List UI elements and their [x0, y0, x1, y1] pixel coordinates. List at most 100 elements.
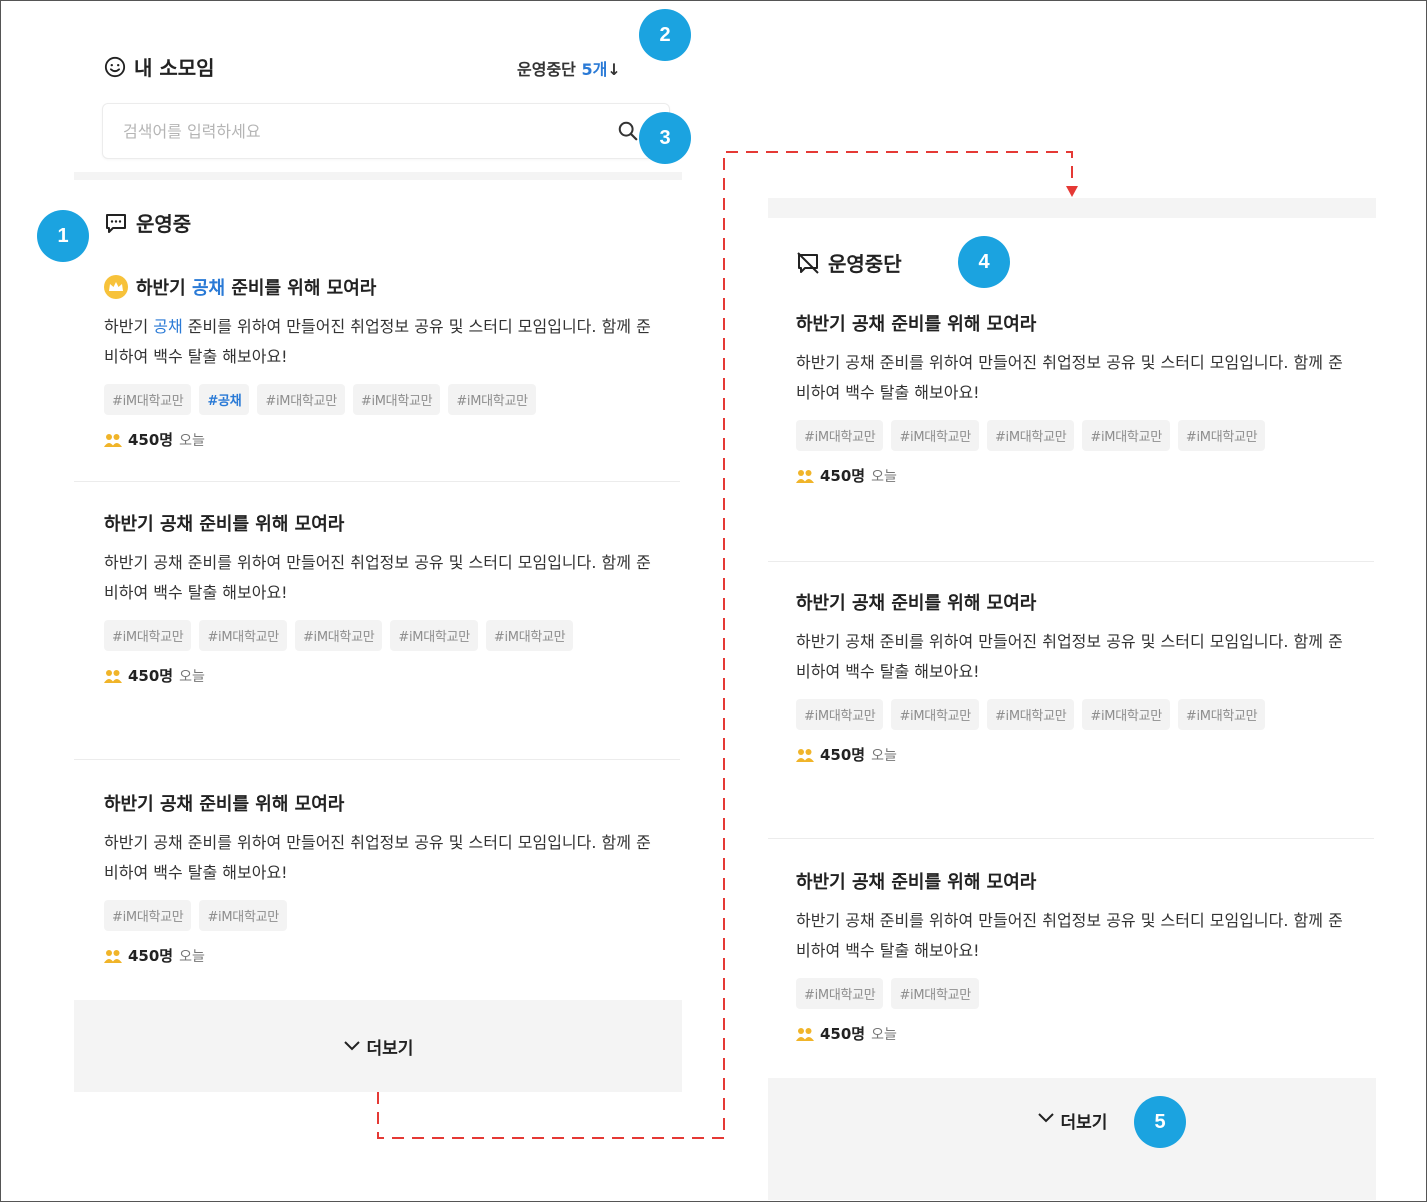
group-title: 하반기 공채 준비를 위해 모여라 [796, 593, 1037, 614]
group-title-highlight: 공채 [191, 278, 226, 299]
group-title: 하반기 공채 준비를 위해 모여라 [796, 314, 1037, 335]
section-title-text: 운영중 [136, 212, 192, 236]
hashtag[interactable]: #공채 [199, 384, 250, 415]
group-meta: 450명 오늘 [796, 465, 1374, 486]
group-title: 하반기 공채 준비를 위해 모여라 [104, 794, 345, 815]
group-description: 하반기 공채 준비를 위하여 만들어진 취업정보 공유 및 스터디 모임입니다.… [796, 632, 1343, 681]
section-title-active: 운영중 [104, 208, 191, 237]
hashtag[interactable]: #iM대학교만 [1082, 420, 1170, 451]
group-title: 하반기 공채 준비를 위해 모여라 [104, 274, 680, 300]
group-description: 하반기 공채 준비를 위하여 만들어진 취업정보 공유 및 스터디 모임입니다.… [796, 911, 1343, 960]
more-label: 더보기 [366, 1038, 414, 1059]
search-icon[interactable] [617, 120, 639, 142]
section-divider [74, 172, 682, 180]
hashtag[interactable]: #iM대학교만 [104, 384, 192, 415]
hashtag[interactable]: #iM대학교만 [796, 699, 884, 730]
group-description: 하반기 공채 준비를 위하여 만들어진 취업정보 공유 및 스터디 모임입니다.… [104, 312, 664, 372]
annotation-badge-4: 4 [958, 236, 1010, 288]
page-title-text: 내 소모임 [134, 56, 215, 80]
tag-list: #iM대학교만 #iM대학교만 #iM대학교만 #iM대학교만 #iM대학교만 [796, 420, 1356, 451]
hashtag[interactable]: #iM대학교만 [796, 420, 884, 451]
hashtag[interactable]: #iM대학교만 [104, 900, 192, 931]
group-desc-part: 하반기 [104, 317, 154, 336]
hashtag[interactable]: #iM대학교만 [199, 620, 287, 651]
hashtag[interactable]: #iM대학교만 [390, 620, 478, 651]
hashtag[interactable]: #iM대학교만 [986, 699, 1075, 730]
hashtag[interactable]: #iM대학교만 [257, 384, 345, 415]
hashtag[interactable]: #iM대학교만 [796, 978, 884, 1009]
hashtag[interactable]: #iM대학교만 [352, 384, 441, 415]
section-title-text: 운영중단 [828, 252, 902, 276]
hashtag[interactable]: #iM대학교만 [294, 620, 383, 651]
tag-list: #iM대학교만 #iM대학교만 #iM대학교만 #iM대학교만 #iM대학교만 [796, 699, 1356, 730]
group-meta: 450명 오늘 [104, 945, 680, 966]
people-icon [104, 433, 122, 447]
group-meta: 450명 오늘 [104, 429, 680, 450]
group-title-part: 하반기 [136, 278, 192, 299]
group-card[interactable]: 하반기 공채 준비를 위해 모여라 하반기 공채 준비를 위하여 만들어진 취업… [768, 864, 1374, 1076]
annotation-badge-2: 2 [639, 9, 691, 61]
hashtag[interactable]: #iM대학교만 [1177, 699, 1266, 730]
chevron-down-icon [1037, 1113, 1054, 1123]
closed-count-link[interactable]: 운영중단 5개↓ [517, 56, 621, 80]
group-title-part: 준비를 위해 모여라 [225, 278, 377, 299]
group-card[interactable]: 하반기 공채 준비를 위해 모여라 하반기 공채 준비를 위하여 만들어진 취업… [74, 268, 680, 482]
chat-bubble-icon [106, 213, 126, 233]
group-card[interactable]: 하반기 공채 준비를 위해 모여라 하반기 공채 준비를 위하여 만들어진 취업… [74, 506, 680, 760]
annotation-badge-5: 5 [1134, 1096, 1186, 1148]
annotation-badge-1: 1 [37, 210, 89, 262]
group-description: 하반기 공채 준비를 위하여 만들어진 취업정보 공유 및 스터디 모임입니다.… [796, 353, 1343, 402]
group-card[interactable]: 하반기 공채 준비를 위해 모여라 하반기 공채 준비를 위하여 만들어진 취업… [74, 786, 680, 998]
member-count: 450명 [128, 667, 174, 685]
hashtag[interactable]: #iM대학교만 [485, 620, 574, 651]
page-title: 내 소모임 [104, 52, 215, 81]
tag-list: #iM대학교만 #iM대학교만 [796, 978, 1356, 1009]
hashtag[interactable]: #iM대학교만 [199, 900, 287, 931]
group-title: 하반기 공채 준비를 위해 모여라 [104, 514, 345, 535]
hashtag[interactable]: #iM대학교만 [891, 420, 979, 451]
more-label: 더보기 [1060, 1113, 1108, 1133]
tag-list: #iM대학교만 #iM대학교만 #iM대학교만 #iM대학교만 #iM대학교만 [104, 620, 664, 651]
people-icon [104, 669, 122, 683]
people-icon [796, 1027, 814, 1041]
section-divider [768, 198, 1376, 218]
group-desc-highlight: 공채 [153, 317, 183, 336]
member-count: 450명 [820, 1025, 866, 1043]
group-title: 하반기 공채 준비를 위해 모여라 [796, 872, 1037, 893]
smile-icon [104, 56, 126, 77]
hashtag[interactable]: #iM대학교만 [891, 699, 979, 730]
closed-count-label: 운영중단 [517, 60, 576, 79]
last-active: 오늘 [179, 432, 205, 449]
people-icon [104, 949, 122, 963]
search-input[interactable] [103, 104, 583, 158]
closed-count-number: 5개 [581, 60, 608, 79]
hashtag[interactable]: #iM대학교만 [448, 384, 536, 415]
search-box [102, 103, 670, 159]
group-meta: 450명 오늘 [104, 665, 680, 686]
crown-icon [104, 275, 128, 299]
last-active: 오늘 [871, 468, 897, 485]
hashtag[interactable]: #iM대학교만 [104, 620, 192, 651]
group-meta: 450명 오늘 [796, 744, 1374, 765]
tag-list: #iM대학교만 #공채 #iM대학교만 #iM대학교만 #iM대학교만 [104, 384, 664, 415]
member-count: 450명 [128, 431, 174, 449]
member-count: 450명 [820, 467, 866, 485]
chevron-down-icon [343, 1041, 360, 1051]
more-button-active[interactable]: 더보기 [74, 1000, 682, 1092]
hashtag[interactable]: #iM대학교만 [986, 420, 1075, 451]
tag-list: #iM대학교만 #iM대학교만 [104, 900, 664, 931]
section-title-closed: 운영중단 [796, 248, 902, 277]
group-card[interactable]: 하반기 공채 준비를 위해 모여라 하반기 공채 준비를 위하여 만들어진 취업… [768, 585, 1374, 839]
hashtag[interactable]: #iM대학교만 [1082, 699, 1170, 730]
hashtag[interactable]: #iM대학교만 [891, 978, 979, 1009]
last-active: 오늘 [179, 668, 205, 685]
down-arrow-icon: ↓ [607, 60, 621, 79]
people-icon [796, 748, 814, 762]
group-description: 하반기 공채 준비를 위하여 만들어진 취업정보 공유 및 스터디 모임입니다.… [104, 833, 651, 882]
hashtag[interactable]: #iM대학교만 [1177, 420, 1266, 451]
group-card[interactable]: 하반기 공채 준비를 위해 모여라 하반기 공채 준비를 위하여 만들어진 취업… [768, 306, 1374, 562]
member-count: 450명 [128, 947, 174, 965]
people-icon [796, 469, 814, 483]
annotation-badge-3: 3 [639, 112, 691, 164]
more-button-closed[interactable]: 더보기 [768, 1078, 1376, 1200]
